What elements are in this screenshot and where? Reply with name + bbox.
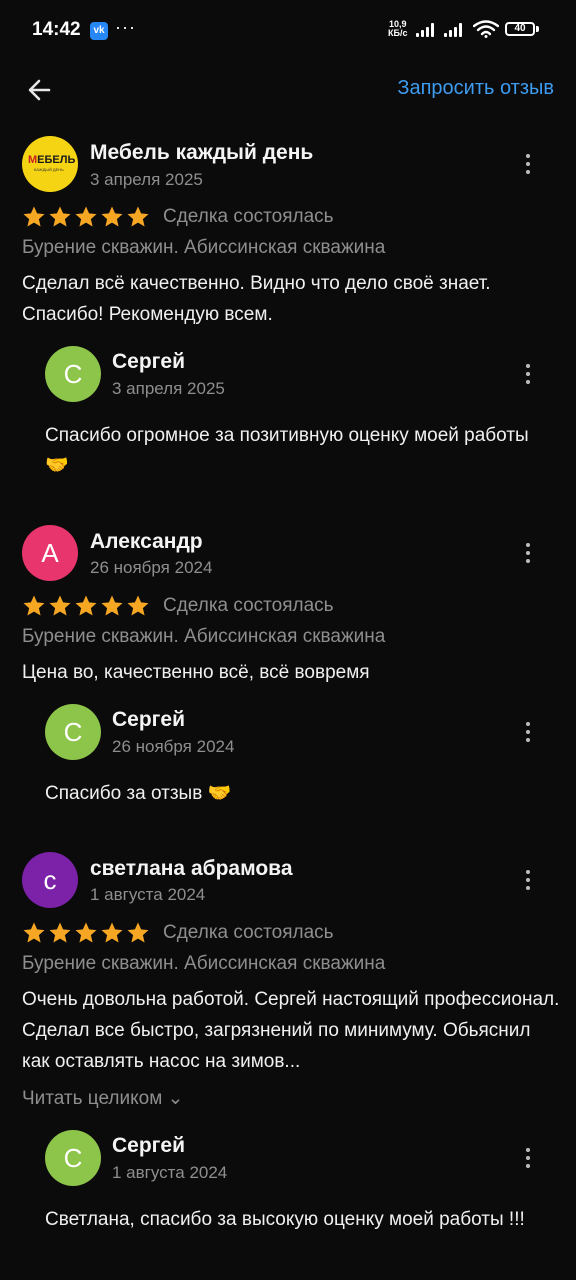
status-time: 14:42 xyxy=(32,19,81,40)
more-options-icon[interactable] xyxy=(518,717,538,747)
more-options-icon[interactable] xyxy=(518,1143,538,1173)
reply-avatar: С xyxy=(45,1130,101,1186)
reply-text: Светлана, спасибо за высокую оценку моей… xyxy=(45,1209,525,1230)
star-icon xyxy=(49,595,71,616)
back-button[interactable] xyxy=(20,70,60,110)
status-bar: 14:42 vk ··· 10,9 КБ/с 40 xyxy=(0,0,576,60)
network-speed-unit: КБ/с xyxy=(388,28,408,38)
reply-author: Сергей xyxy=(112,708,186,731)
star-icon xyxy=(101,206,123,227)
reply-date: 26 ноября 2024 xyxy=(112,737,235,756)
star-icon xyxy=(101,595,123,616)
reply-author: Сергей xyxy=(112,1134,186,1157)
service-name: Бурение скважин. Абиссинская скважина xyxy=(22,953,386,974)
vk-icon: vk xyxy=(90,22,108,40)
service-name: Бурение скважин. Абиссинская скважина xyxy=(22,237,386,258)
service-name: Бурение скважин. Абиссинская скважина xyxy=(22,626,386,647)
signal-icon xyxy=(444,23,466,37)
avatar: МЕБЕЛЬ КАЖДЫЙ ДЕНЬ xyxy=(22,136,78,192)
wifi-icon xyxy=(473,20,499,38)
star-icon xyxy=(49,922,71,943)
avatar: А xyxy=(22,525,78,581)
toolbar: Запросить отзыв xyxy=(0,60,576,120)
rating-stars xyxy=(22,921,152,945)
rating-stars xyxy=(22,594,152,618)
logo-subtext: КАЖДЫЙ ДЕНЬ xyxy=(34,167,64,172)
reply-author: Сергей xyxy=(112,350,186,373)
network-speed: 10,9 КБ/с xyxy=(388,20,407,38)
rating-stars xyxy=(22,205,152,229)
review-date: 3 апреля 2025 xyxy=(90,170,203,189)
signal-icon xyxy=(416,23,438,37)
avatar: с xyxy=(22,852,78,908)
star-icon xyxy=(23,206,45,227)
more-notifications-icon: ··· xyxy=(115,17,136,37)
deal-status: Сделка состоялась xyxy=(163,922,334,943)
deal-status: Сделка состоялась xyxy=(163,206,334,227)
star-icon xyxy=(127,922,149,943)
reply-text: Спасибо за отзыв 🤝 xyxy=(45,783,232,804)
more-options-icon[interactable] xyxy=(518,865,538,895)
star-icon xyxy=(75,206,97,227)
more-options-icon[interactable] xyxy=(518,149,538,179)
review-date: 26 ноября 2024 xyxy=(90,558,213,577)
reply-avatar: С xyxy=(45,704,101,760)
review-text: Сделал всё качественно. Видно что дело с… xyxy=(22,273,491,325)
reply-date: 1 августа 2024 xyxy=(112,1163,228,1182)
review-date: 1 августа 2024 xyxy=(90,885,206,904)
deal-status: Сделка состоялась xyxy=(163,595,334,616)
star-icon xyxy=(23,595,45,616)
review-text: Цена во, качественно всё, всё вовремя xyxy=(22,662,370,683)
read-more-link[interactable]: Читать целиком ⌄ xyxy=(22,1087,183,1110)
star-icon xyxy=(101,922,123,943)
more-options-icon[interactable] xyxy=(518,359,538,389)
review-text: Очень довольна работой. Сергей настоящий… xyxy=(22,989,560,1072)
review-author: светлана абрамова xyxy=(90,857,293,880)
battery-icon: 40 xyxy=(505,22,535,36)
battery-tip xyxy=(536,26,539,32)
reply-avatar: С xyxy=(45,346,101,402)
reply-text: Спасибо огромное за позитивную оценку мо… xyxy=(45,425,529,476)
battery-level: 40 xyxy=(514,23,526,34)
request-review-button[interactable]: Запросить отзыв xyxy=(397,77,554,100)
logo-text: МЕБЕЛЬ xyxy=(28,154,76,166)
star-icon xyxy=(49,206,71,227)
more-options-icon[interactable] xyxy=(518,538,538,568)
star-icon xyxy=(75,595,97,616)
reply-date: 3 апреля 2025 xyxy=(112,379,225,398)
star-icon xyxy=(127,595,149,616)
review-author: Мебель каждый день xyxy=(90,141,314,164)
star-icon xyxy=(75,922,97,943)
review-author: Александр xyxy=(90,530,203,553)
star-icon xyxy=(23,922,45,943)
star-icon xyxy=(127,206,149,227)
